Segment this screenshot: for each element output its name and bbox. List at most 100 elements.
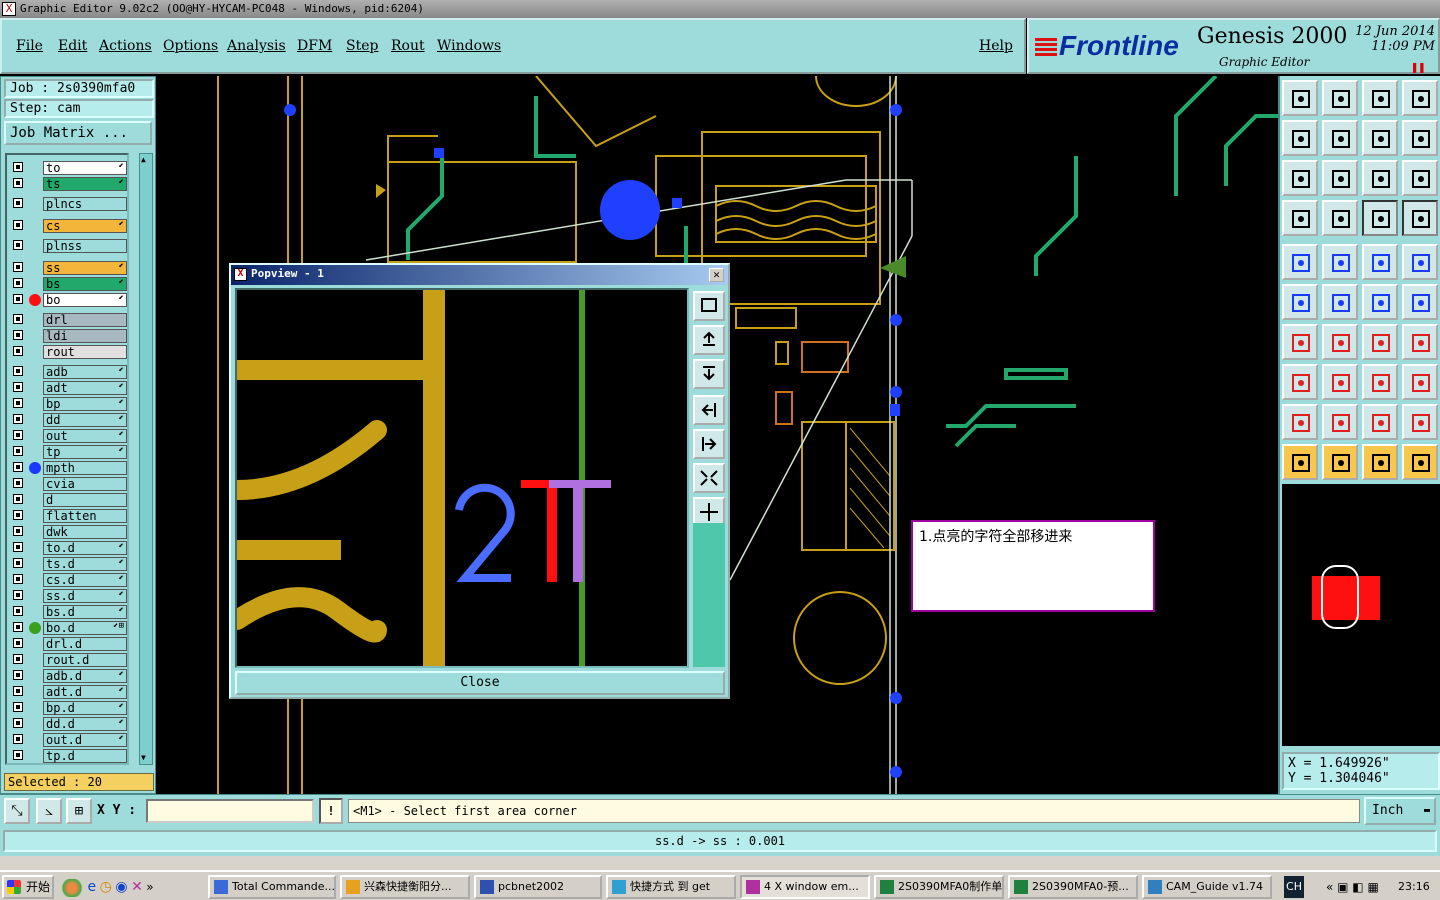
zoom-out-button[interactable] [693,463,725,493]
layer-row[interactable]: mpth [9,461,127,475]
layer-checkbox[interactable] [13,314,23,324]
layer-name[interactable]: adb.d [43,669,127,683]
layer-row[interactable]: drl.d [9,637,127,651]
menu-windows[interactable]: Windows [437,38,501,54]
connect-button[interactable] [1282,284,1318,320]
ruler-button[interactable] [1362,244,1398,280]
layer-checkbox[interactable] [13,278,23,288]
layer-row[interactable]: drl [9,313,127,327]
taskbar-item[interactable]: 2S0390MFA0-预... [1008,875,1138,899]
layer-checkbox[interactable] [13,606,23,616]
layer-checkbox[interactable] [13,446,23,456]
snap-icon[interactable]: ⤡ [4,798,30,824]
copy-button[interactable] [1402,284,1438,320]
layer-toggle-a-button[interactable] [1362,200,1398,236]
zoom-home-button[interactable] [693,291,725,321]
layer-row[interactable]: cs ⬋ [9,219,127,233]
move-button[interactable] [1362,284,1398,320]
layer-checkbox[interactable] [13,558,23,568]
layer-checkbox[interactable] [13,240,23,250]
center-button[interactable] [1322,160,1358,196]
layer-row[interactable]: bo.d ⬋⊞ [9,621,127,635]
layer-checkbox[interactable] [13,718,23,728]
scroll-down-icon[interactable]: ▼ [141,754,151,762]
layer-checkbox[interactable] [13,330,23,340]
layer-checkbox[interactable] [13,670,23,680]
layer-row[interactable]: bp ⬋ [9,397,127,411]
layer-name[interactable]: bo [43,293,127,307]
layer-name[interactable]: rout [43,345,127,359]
layer-row[interactable]: to ⬋ [9,161,127,175]
pan-down-button[interactable] [693,359,725,389]
app-icon[interactable] [60,879,84,897]
layer-checkbox[interactable] [13,414,23,424]
text-button[interactable] [1402,324,1438,360]
menu-help[interactable]: Help [979,38,1013,54]
redraw-button[interactable] [1402,120,1438,156]
layer-name[interactable]: out [43,429,127,443]
menu-edit[interactable]: Edit [58,38,87,54]
layer-row[interactable]: out ⬋ [9,429,127,443]
layer-checkbox[interactable] [13,162,23,172]
triangle-d-button[interactable] [1402,404,1438,440]
arc-button[interactable] [1362,324,1398,360]
layer-row[interactable]: dd ⬋ [9,413,127,427]
select-lasso-button[interactable] [1362,444,1398,480]
layer-checkbox[interactable] [13,510,23,520]
layer-row[interactable]: bo ⬋ [9,293,127,307]
language-indicator[interactable]: CH [1284,876,1304,898]
measure-button[interactable] [1282,200,1318,236]
layer-row[interactable]: plncs [9,197,127,211]
layer-name[interactable]: drl [43,313,127,327]
layer-name[interactable]: adb [43,365,127,379]
layer-name[interactable]: mpth [43,461,127,475]
cross-button[interactable] [1322,284,1358,320]
layer-name[interactable]: bp [43,397,127,411]
layer-row[interactable]: cvia [9,477,127,491]
split-view-button[interactable] [1402,80,1438,116]
pan-left-button[interactable] [1282,120,1318,156]
layer-name[interactable]: out.d [43,733,127,747]
layer-row[interactable]: adt.d ⬋ [9,685,127,699]
layer-name[interactable]: plncs [43,197,127,211]
layer-name[interactable]: ldi [43,329,127,343]
menu-file[interactable]: File [16,38,43,54]
layer-name[interactable]: adt [43,381,127,395]
pan-right-button[interactable] [1322,120,1358,156]
menu-step[interactable]: Step [346,38,378,54]
grid-button[interactable] [1322,200,1358,236]
layer-row[interactable]: bs ⬋ [9,277,127,291]
taskbar-item[interactable]: 快捷方式 到 get [606,875,736,899]
start-button[interactable]: 开始 [2,875,54,899]
taskbar-item[interactable]: 4 X window em... [740,875,870,899]
x-app-icon[interactable]: ✕ [131,879,143,895]
layer-row[interactable]: d [9,493,127,507]
layer-row[interactable]: plnss [9,239,127,253]
select-box-button[interactable] [1322,444,1358,480]
zoom-window-button[interactable] [1322,80,1358,116]
layer-row[interactable]: ts.d ⬋ [9,557,127,571]
pan-up-button[interactable] [693,325,725,355]
layer-name[interactable]: ts [43,177,127,191]
triangle-c-button[interactable] [1362,404,1398,440]
layer-checkbox[interactable] [13,398,23,408]
taskbar-item[interactable]: 2S0390MFA0制作单 [874,875,1004,899]
layer-name[interactable]: bp.d [43,701,127,715]
clock-icon[interactable]: ◷ [100,879,112,895]
layer-toggle-b-button[interactable] [1402,200,1438,236]
layer-row[interactable]: flatten [9,509,127,523]
layer-row[interactable]: ss.d ⬋ [9,589,127,603]
minimap[interactable] [1282,484,1440,746]
layer-row[interactable]: rout [9,345,127,359]
layer-name[interactable]: ts.d [43,557,127,571]
layer-name[interactable]: tp [43,445,127,459]
layer-name[interactable]: adt.d [43,685,127,699]
units-selector[interactable]: Inch ▬ [1364,797,1436,825]
point-button[interactable] [1282,244,1318,280]
layer-checkbox[interactable] [13,750,23,760]
layer-checkbox[interactable] [13,686,23,696]
layer-checkbox[interactable] [13,478,23,488]
close-icon[interactable]: ✕ [709,268,724,282]
layer-checkbox[interactable] [13,220,23,230]
scale-1-2-button[interactable] [1362,160,1398,196]
